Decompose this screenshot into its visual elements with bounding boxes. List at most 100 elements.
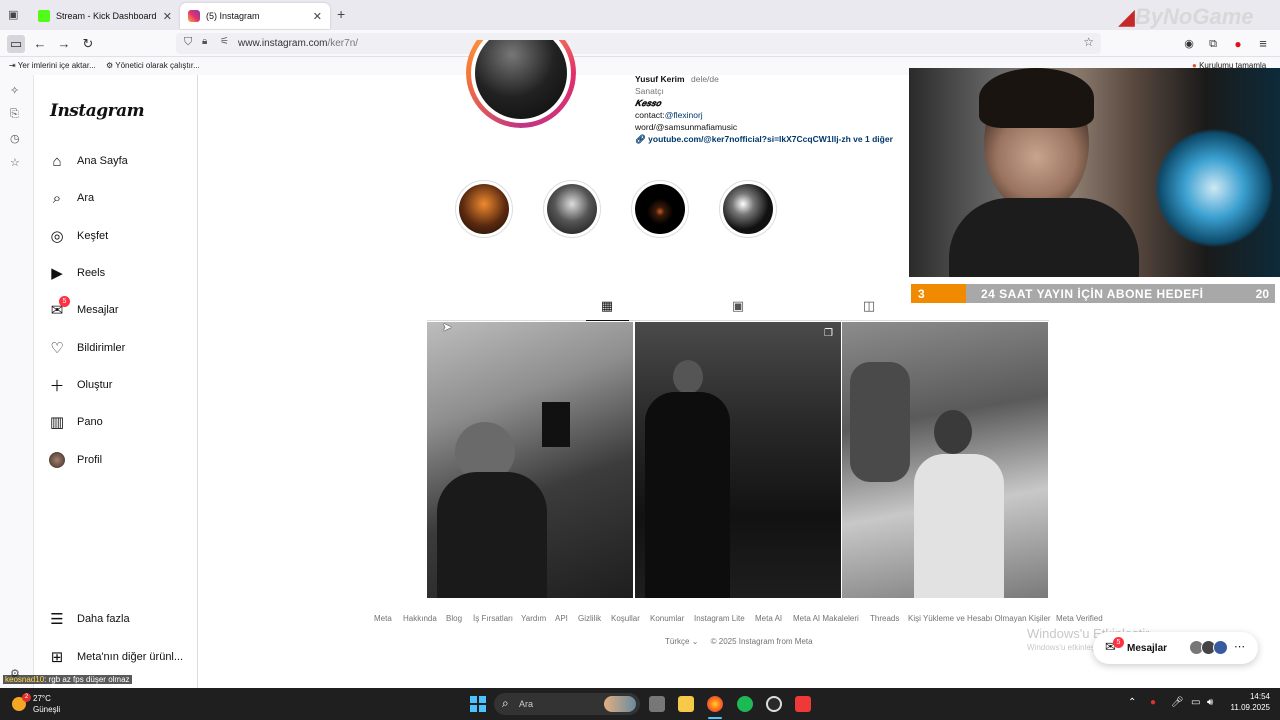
new-tab-button[interactable]: + [337, 6, 345, 22]
spotify-icon[interactable] [737, 696, 753, 712]
bookmark-admin[interactable]: ⚙ Yönetici olarak çalıştır... [106, 61, 200, 70]
footer-link[interactable]: Meta Verified [1056, 614, 1103, 623]
footer-link[interactable]: Koşullar [611, 614, 640, 623]
nav-notifications[interactable]: ♡ Bildirimler [48, 335, 193, 361]
footer-link[interactable]: Hakkında [403, 614, 437, 623]
nav-explore[interactable]: ◎ Keşfet [48, 223, 193, 249]
post-thumbnail[interactable]: ❐ [635, 322, 841, 598]
highlight-thumb [635, 184, 685, 234]
taskbar-search-placeholder: Ara [519, 699, 534, 709]
story-highlight[interactable] [455, 180, 513, 238]
post-thumbnail[interactable] [427, 322, 633, 598]
footer-link[interactable]: Instagram Lite [694, 614, 745, 623]
bookmark-import[interactable]: ⇥ Yer imlerini içe aktar... [9, 61, 96, 70]
more-options-icon[interactable]: ⋯ [1234, 640, 1245, 653]
network-icon[interactable]: ▭ [1191, 697, 1200, 708]
start-windows-icon[interactable] [470, 696, 486, 712]
highlight-thumb [459, 184, 509, 234]
tab-list-icon[interactable]: ▣ [8, 8, 18, 21]
nav-home[interactable]: ⌂ Ana Sayfa [48, 148, 193, 174]
footer-link[interactable]: Meta AI [755, 614, 782, 623]
footer-link[interactable]: Meta [374, 614, 392, 623]
reels-icon: ▶ [51, 265, 63, 282]
volume-icon[interactable]: 🔊︎ [1207, 697, 1213, 708]
story-highlight[interactable] [631, 180, 689, 238]
story-highlight[interactable] [719, 180, 777, 238]
footer-link[interactable]: Gizlilik [578, 614, 601, 623]
nav-profile[interactable]: Profil [48, 447, 193, 473]
menu-icon[interactable]: ≡ [1254, 35, 1272, 53]
chevron-down-icon: ⌄ [691, 637, 699, 646]
reload-icon[interactable]: ↻ [79, 35, 97, 53]
microphone-icon[interactable]: 🎤︎ [1171, 697, 1184, 708]
ai-icon[interactable]: ✧ [10, 84, 19, 97]
opera-icon[interactable]: ● [1229, 35, 1247, 53]
footer-link[interactable]: İş Fırsatları [473, 614, 513, 623]
close-tab-icon[interactable]: ✕ [163, 10, 172, 23]
post-figure [673, 360, 703, 394]
clock[interactable]: 14:54 11.09.2025 [1226, 692, 1270, 712]
nav-meta-products[interactable]: ⊞ Meta'nın diğer ürünl... [48, 644, 193, 670]
clock-time: 14:54 [1249, 692, 1270, 701]
sidebar-toggle-icon[interactable]: ▭ [7, 35, 25, 53]
footer-link[interactable]: Meta AI Makaleleri [793, 614, 859, 623]
contact-handle-link[interactable]: @flexinorj [665, 110, 703, 120]
history-icon[interactable]: ◷ [10, 132, 20, 145]
footer-link[interactable]: Kişi Yükleme ve Hesabı Olmayan Kişiler [908, 614, 1051, 623]
nav-search[interactable]: ⌕ Ara [48, 185, 193, 211]
footer-link[interactable]: Blog [446, 614, 462, 623]
tray-app-icon[interactable]: ● [1150, 697, 1156, 708]
profile-picture[interactable] [466, 40, 576, 128]
tab-active-underline [586, 320, 629, 321]
clock-date: 11.09.2025 [1230, 703, 1270, 712]
tab-tagged-icon[interactable]: ◫ [861, 298, 877, 314]
lock-icon[interactable]: 🔒︎ [202, 36, 207, 47]
post-figure [437, 472, 547, 598]
obs-icon[interactable] [766, 696, 782, 712]
account-icon[interactable]: ◉ [1180, 35, 1198, 53]
vivaldi-icon[interactable] [795, 696, 811, 712]
bookmark-star-icon[interactable]: ☆ [1083, 35, 1094, 49]
footer-link[interactable]: Yardım [521, 614, 546, 623]
back-icon[interactable]: ← [31, 35, 49, 53]
file-explorer-icon[interactable] [678, 696, 694, 712]
close-tab-icon[interactable]: ✕ [313, 10, 322, 23]
nav-more[interactable]: ☰ Daha fazla [48, 606, 193, 632]
bynogame-watermark: ◢ByNoGame [1118, 4, 1254, 29]
footer-link[interactable]: Threads [870, 614, 899, 623]
bookmarks-icon[interactable]: ☆ [10, 156, 20, 169]
permissions-icon[interactable]: ⚟ [220, 36, 229, 47]
nav-create[interactable]: ＋ Oluştur [48, 372, 193, 398]
post-thumbnail[interactable] [842, 322, 1048, 598]
extensions-icon[interactable]: ⧉ [1204, 35, 1222, 53]
instagram-logo[interactable]: Instagram [50, 101, 145, 121]
forward-icon[interactable]: → [55, 35, 73, 53]
story-highlight[interactable] [543, 180, 601, 238]
tray-chevron-icon[interactable]: ⌃ [1128, 697, 1136, 708]
nav-dashboard[interactable]: ▥ Pano [48, 409, 193, 435]
language-selector[interactable]: Türkçe ⌄ [665, 637, 698, 646]
nav-messages[interactable]: ✉ 5 Mesajlar [48, 296, 193, 323]
tab-reels-icon[interactable]: ▣ [730, 298, 746, 314]
task-view-icon[interactable] [649, 696, 665, 712]
footer-link[interactable]: Konumlar [650, 614, 684, 623]
tab-posts-grid-icon[interactable]: ▦ [599, 298, 615, 314]
nav-reels[interactable]: ▶ Reels [48, 260, 193, 286]
instagram-favicon-icon [188, 10, 200, 22]
shield-icon[interactable]: ⛉ [184, 36, 192, 49]
firefox-icon[interactable] [707, 696, 723, 712]
footer-bottom-row: Türkçe ⌄ © 2025 Instagram from Meta [665, 637, 813, 646]
tab-kick-dashboard[interactable]: Stream - Kick Dashboard ✕ [30, 3, 180, 29]
browser-nav-bar: ▭ ← → ↻ ⛉ 🔒︎ ⚟ www.instagram.com/ker7n/ … [0, 30, 1280, 57]
synced-tabs-icon[interactable]: ⎘ [10, 108, 19, 121]
taskbar-search[interactable]: ⌕ Ara [494, 693, 640, 715]
profile-link[interactable]: 🔗︎ youtube.com/@ker7nofficial?si=IkX7Ccq… [635, 134, 893, 145]
url-bar[interactable]: ⛉ 🔒︎ ⚟ www.instagram.com/ker7n/ ☆ [176, 33, 1101, 54]
weather-desc: Güneşli [33, 705, 61, 714]
footer-link[interactable]: API [555, 614, 568, 623]
chat-username: keosnad10 [5, 675, 45, 684]
tab-instagram[interactable]: (5) Instagram ✕ [180, 3, 330, 29]
nav-label: Bildirimler [77, 342, 126, 354]
messages-popup[interactable]: ✉ 5 Mesajlar ⋯ [1093, 632, 1258, 664]
search-highlight-image [604, 696, 636, 712]
